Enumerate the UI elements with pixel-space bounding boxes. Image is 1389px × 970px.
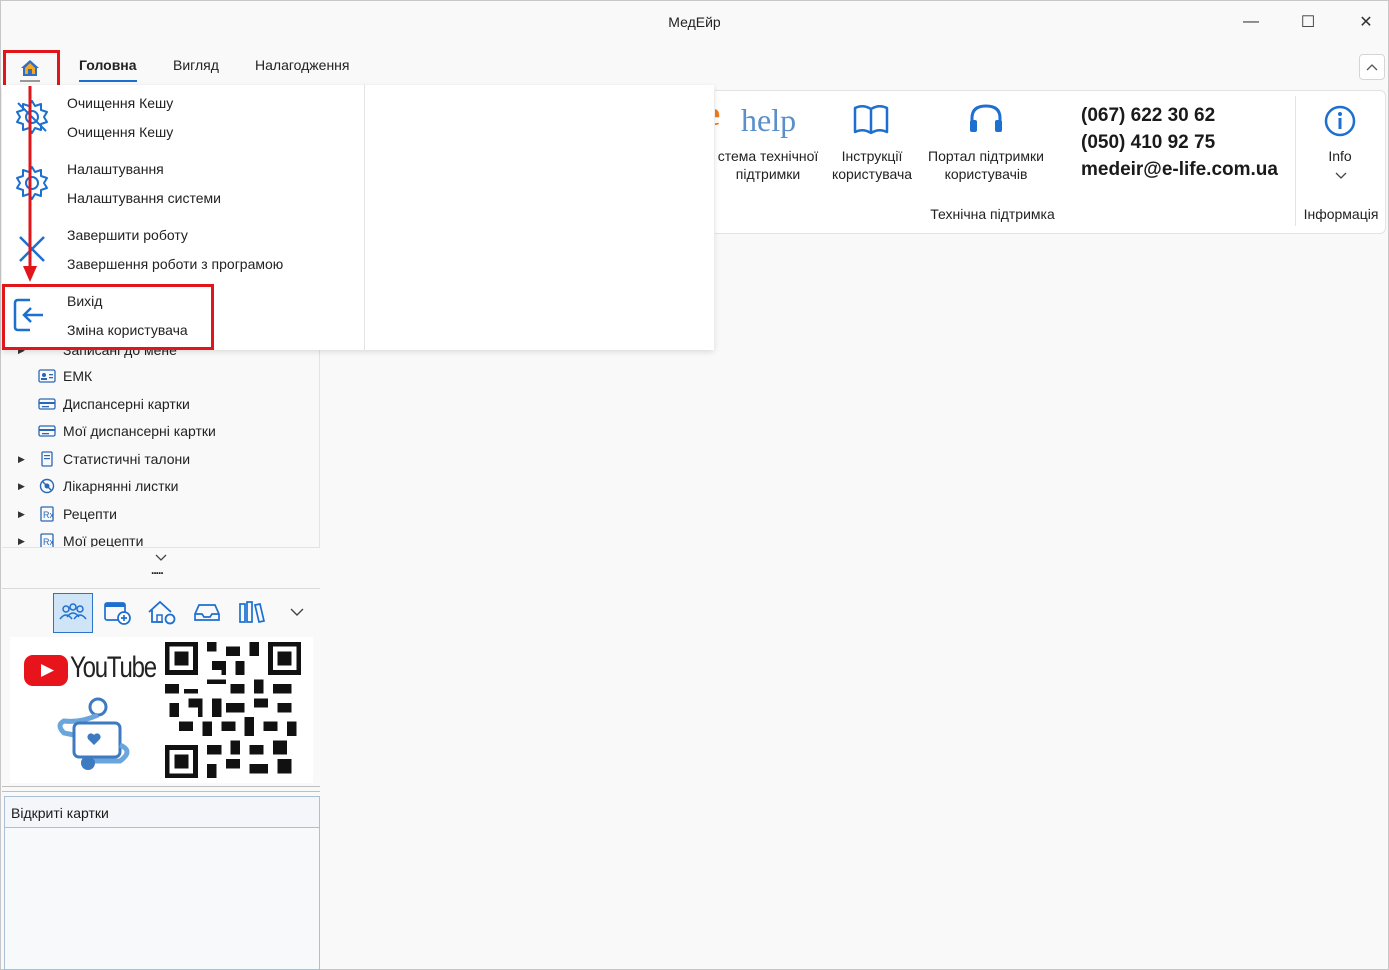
svg-text:Rx: Rx — [43, 537, 54, 547]
manuals-label[interactable]: Інструкції користувача — [825, 147, 919, 183]
patients-icon — [59, 603, 87, 620]
logout-highlight-box — [2, 284, 214, 350]
home-settings-button[interactable] — [143, 593, 181, 631]
ehelp-label: стема технічної підтримки — [717, 148, 819, 182]
card-icon — [38, 425, 56, 437]
info-chevron-down-icon[interactable] — [1335, 167, 1347, 185]
group-divider — [1295, 96, 1296, 226]
tab-view[interactable]: Вигляд — [173, 57, 219, 73]
menu-item-clear-cache-title: Очищення Кешу — [67, 95, 174, 111]
close-button[interactable]: ✕ — [1351, 8, 1381, 36]
more-dots[interactable]: ..... — [151, 563, 164, 577]
headset-icon[interactable] — [966, 102, 1006, 143]
menu-item-shutdown-subtitle: Завершення роботи з програмою — [67, 256, 284, 272]
expand-icon[interactable]: ▶ — [18, 454, 25, 465]
expand-icon[interactable]: ▶ — [18, 481, 25, 492]
menu-item-clear-cache-subtitle: Очищення Кешу — [67, 124, 174, 140]
library-icon — [239, 601, 266, 623]
maximize-button[interactable]: ☐ — [1293, 8, 1323, 36]
manuals-icon[interactable] — [852, 103, 890, 142]
info-icon[interactable] — [1323, 104, 1357, 143]
phone-2: (050) 410 92 75 — [1081, 132, 1216, 153]
window-title: МедЕйр — [668, 14, 721, 30]
expand-icon: ▶ — [18, 350, 25, 356]
menu-divider — [364, 85, 365, 350]
toolbar-more-button[interactable] — [278, 593, 316, 631]
inbox-button[interactable] — [188, 593, 226, 631]
patients-button[interactable] — [53, 593, 93, 633]
ehelp-logo[interactable]: e help — [715, 100, 815, 140]
calendar-add-button[interactable] — [98, 593, 136, 631]
medical-device-icon — [50, 695, 140, 780]
menu-item-shutdown-title: Завершити роботу — [67, 227, 188, 243]
svg-text:Rx: Rx — [43, 510, 54, 520]
document-icon — [41, 451, 53, 467]
close-icon: ✕ — [1359, 14, 1373, 31]
portal-label[interactable]: Портал підтримки користувачів — [920, 147, 1052, 183]
ehelp-logo-e: e — [715, 100, 720, 134]
minimize-button[interactable]: — — [1236, 8, 1266, 36]
module-toolbar — [2, 588, 320, 635]
menu-item-settings-title: Налаштування — [67, 161, 164, 177]
youtube-logo-icon — [24, 655, 68, 686]
info-button-label[interactable]: Info — [1310, 147, 1370, 165]
group-label-support: Технічна підтримка — [930, 206, 1055, 222]
active-tab-indicator — [79, 80, 137, 82]
maximize-icon: ☐ — [1300, 14, 1316, 31]
tab-home[interactable]: Головна — [79, 57, 137, 73]
minimize-icon: — — [1243, 13, 1259, 30]
navigation-tree: ▶ Записані до мене ЕМК Диспансерні картк… — [2, 350, 320, 548]
email: medeir@e-life.com.ua — [1081, 159, 1278, 180]
chevron-down-icon — [290, 608, 304, 616]
id-card-icon — [38, 369, 56, 383]
tab-debug[interactable]: Налагодження — [255, 57, 350, 73]
home-settings-icon — [148, 600, 176, 625]
promo-panel[interactable]: YouTube — [10, 637, 313, 783]
inbox-icon — [194, 604, 220, 621]
youtube-text: YouTube — [70, 651, 157, 684]
menu-item-clear-cache[interactable] — [2, 92, 362, 148]
open-cards-header: Відкриті картки — [5, 797, 319, 828]
chevron-up-icon — [1366, 64, 1378, 71]
prescription-icon: Rx — [40, 506, 54, 522]
qr-code-icon — [165, 642, 301, 778]
open-cards-panel: Відкриті картки — [4, 796, 320, 970]
expand-icon[interactable]: ▶ — [18, 536, 25, 547]
annotation-arrow — [23, 86, 37, 282]
calendar-add-icon — [104, 602, 131, 625]
prescription-icon: Rx — [40, 533, 54, 547]
panel-splitter[interactable] — [2, 786, 320, 792]
group-label-info: Інформація — [1303, 206, 1379, 222]
library-button[interactable] — [233, 593, 271, 631]
ehelp-logo-text: help — [741, 102, 797, 138]
card-icon — [38, 398, 56, 410]
sick-leave-icon — [39, 478, 55, 494]
phone-1: (067) 622 30 62 — [1081, 105, 1216, 126]
menu-item-settings-subtitle: Налаштування системи — [67, 190, 221, 206]
expand-icon[interactable]: ▶ — [18, 509, 25, 520]
collapse-ribbon-button[interactable] — [1359, 54, 1385, 80]
